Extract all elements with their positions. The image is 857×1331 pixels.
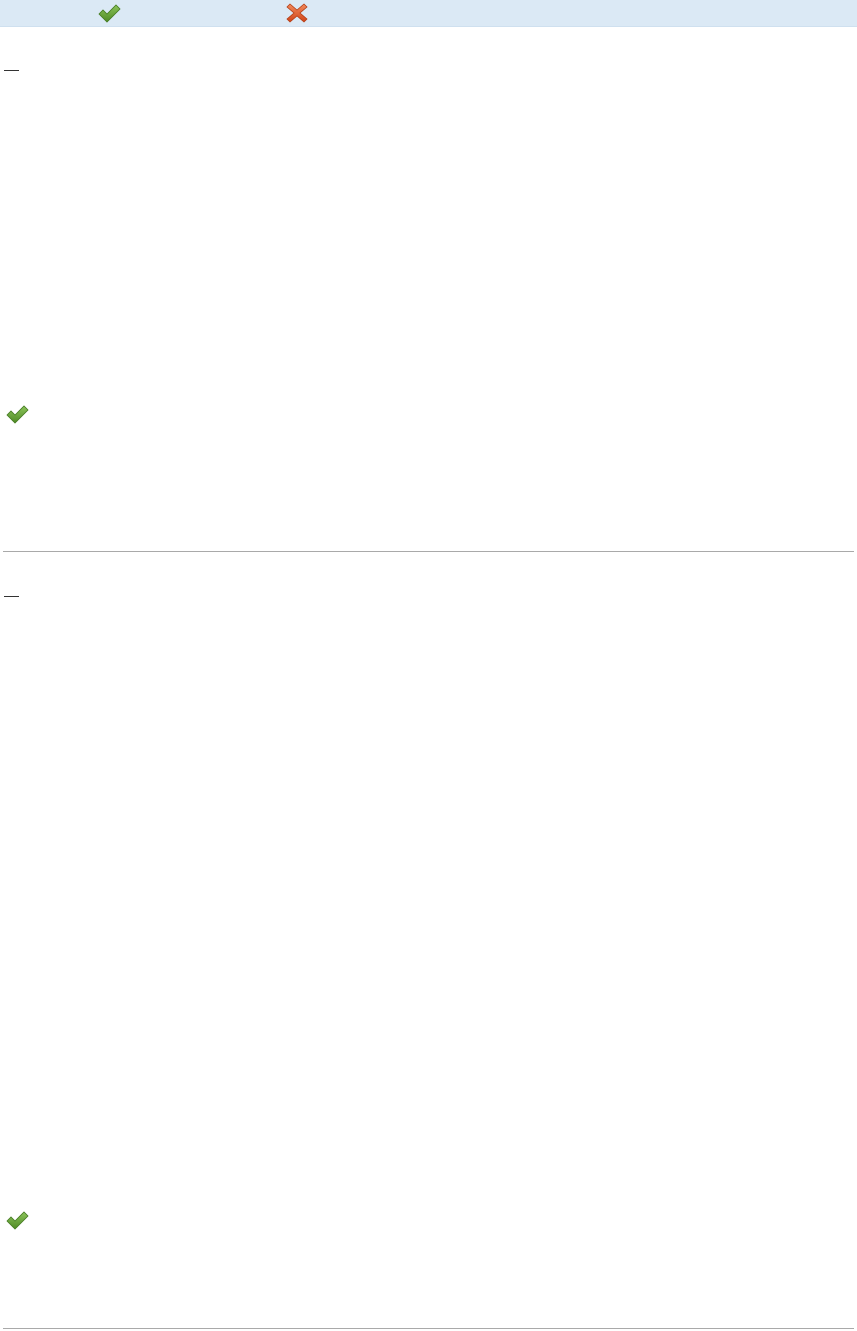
reject-button[interactable] (284, 1, 310, 25)
record-2-marker[interactable] (4, 596, 19, 597)
close-icon (286, 2, 308, 24)
check-icon (97, 3, 121, 23)
record-separator (3, 551, 854, 552)
check-icon (5, 404, 29, 424)
check-icon (5, 1210, 29, 1230)
record-1-marker[interactable] (4, 70, 19, 71)
page (0, 0, 857, 1331)
record-1-status (5, 404, 29, 424)
toolbar (0, 0, 857, 27)
record-2-status (5, 1210, 29, 1230)
record-separator (3, 1328, 854, 1329)
accept-button[interactable] (96, 1, 122, 25)
